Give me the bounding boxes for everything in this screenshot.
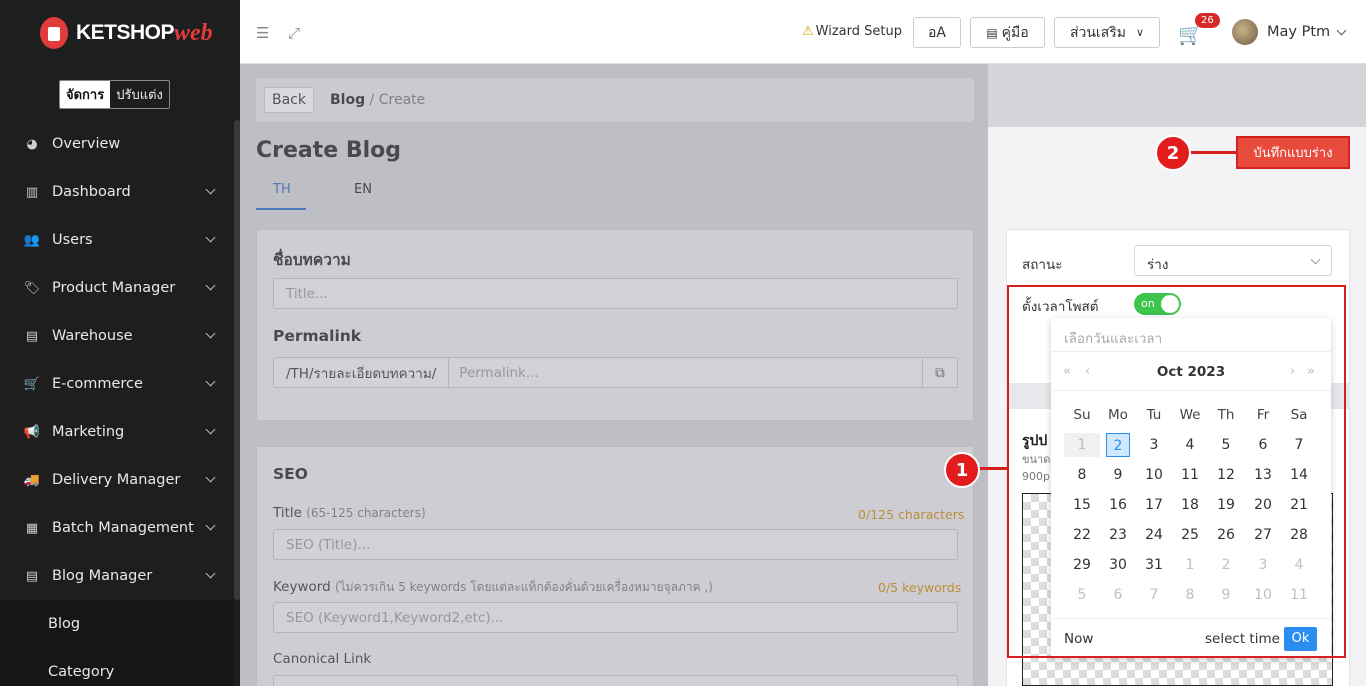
- sidebar-item-label: Marketing: [52, 424, 125, 440]
- language-button[interactable]: อA: [913, 17, 961, 48]
- sidebar-item-e-commerce[interactable]: 🛒 E-commerce: [0, 360, 234, 408]
- dim-overlay: [240, 64, 988, 686]
- addons-label: ส่วนเสริม: [1069, 24, 1126, 41]
- sidebar-submenu: Blog Category: [0, 600, 234, 686]
- cart-icon: 🛒: [23, 376, 41, 392]
- users-icon: 👥: [23, 232, 41, 248]
- sidebar-item-label: Warehouse: [52, 328, 133, 344]
- sidebar-item-overview[interactable]: ◕ Overview: [0, 120, 234, 168]
- chevron-down-icon: [205, 568, 216, 579]
- annotation-box-schedule: [1007, 285, 1346, 658]
- annotation-line-2: [1190, 151, 1236, 154]
- status-select[interactable]: ร่าง: [1134, 245, 1332, 276]
- sidebar-item-label: Batch Management: [52, 520, 194, 536]
- sidebar-item-marketing[interactable]: 📢 Marketing: [0, 408, 234, 456]
- sidebar-item-label: Blog Manager: [52, 568, 153, 584]
- status-value: ร่าง: [1147, 257, 1169, 273]
- sidebar: KETSHOP web จัดการ ปรับแต่ง ◕ Overview ▥ Da…: [0, 0, 240, 686]
- chevron-down-icon: [205, 472, 216, 483]
- chevron-down-icon: [205, 184, 216, 195]
- mode-manage-button[interactable]: จัดการ: [60, 81, 111, 108]
- newspaper-icon: ▤: [25, 568, 39, 584]
- manual-button[interactable]: ▤ คู่มือ: [970, 17, 1045, 48]
- chevron-down-icon: ∨: [1136, 26, 1145, 39]
- sidebar-menu: ◕ Overview ▥ Dashboard 👥 Users 🏷 Product Manage…: [0, 120, 234, 600]
- sidebar-item-label: Overview: [52, 136, 121, 152]
- annotation-marker-2: 2: [1155, 135, 1191, 171]
- cart-count-badge: 26: [1195, 13, 1220, 28]
- mode-toggle: จัดการ ปรับแต่ง: [59, 80, 170, 109]
- chevron-down-icon: [205, 280, 216, 291]
- sidebar-item-dashboard[interactable]: ▥ Dashboard: [0, 168, 234, 216]
- sidebar-item-warehouse[interactable]: ▤ Warehouse: [0, 312, 234, 360]
- manual-label: คู่มือ: [1001, 24, 1029, 41]
- chevron-down-icon: [205, 424, 216, 435]
- collapse-menu-icon[interactable]: ☰: [256, 24, 269, 42]
- chevron-down-icon: [1310, 254, 1321, 265]
- status-label: สถานะ: [1022, 257, 1063, 273]
- addons-dropdown[interactable]: ส่วนเสริม ∨: [1054, 17, 1160, 48]
- truck-icon: 🚚: [23, 472, 41, 488]
- save-draft-button[interactable]: บันทึกแบบร่าง: [1236, 136, 1350, 169]
- sidebar-item-label: Product Manager: [52, 280, 176, 296]
- mode-customize-button[interactable]: ปรับแต่ง: [110, 81, 169, 108]
- sidebar-item-delivery-manager[interactable]: 🚚 Delivery Manager: [0, 456, 234, 504]
- wizard-label: Wizard Setup: [815, 24, 902, 39]
- bar-chart-icon: ▥: [25, 184, 39, 200]
- logo-web-text: web: [174, 19, 213, 46]
- boxes-icon: ▦: [25, 520, 39, 536]
- logo-text: KETSHOP: [76, 21, 175, 44]
- sidebar-subitem-blog[interactable]: Blog: [0, 600, 234, 648]
- wizard-setup-link[interactable]: ⚠ Wizard Setup: [802, 24, 902, 39]
- book-icon: ▤: [986, 25, 998, 40]
- avatar[interactable]: [1232, 19, 1258, 45]
- tag-icon: 🏷: [23, 280, 41, 296]
- annotation-marker-1: 1: [944, 452, 980, 488]
- megaphone-icon: 📢: [23, 424, 41, 440]
- sidebar-item-label: E-commerce: [52, 376, 143, 392]
- app-logo[interactable]: KETSHOP web: [40, 16, 213, 50]
- pie-chart-icon: ◕: [26, 136, 38, 152]
- chevron-down-icon: [205, 328, 216, 339]
- user-menu-chevron-icon[interactable]: [1336, 25, 1347, 36]
- sidebar-item-label: Dashboard: [52, 184, 131, 200]
- sidebar-item-batch-management[interactable]: ▦ Batch Management: [0, 504, 234, 552]
- warning-icon: ⚠: [802, 24, 814, 39]
- top-header: ☰ ⤢ ⚠ Wizard Setup อA ▤ คู่มือ ส่วนเสริม ∨ …: [240, 0, 1366, 64]
- fullscreen-icon[interactable]: ⤢: [288, 24, 300, 42]
- sidebar-item-users[interactable]: 👥 Users: [0, 216, 234, 264]
- sidebar-item-blog-manager[interactable]: ▤ Blog Manager: [0, 552, 234, 600]
- warehouse-icon: ▤: [25, 328, 39, 344]
- sidebar-item-label: Users: [52, 232, 93, 248]
- chevron-down-icon: [205, 232, 216, 243]
- sidebar-item-label: Delivery Manager: [52, 472, 181, 488]
- sidebar-subitem-category[interactable]: Category: [0, 648, 234, 686]
- chevron-down-icon: [205, 520, 216, 531]
- user-name[interactable]: May Ptm: [1267, 24, 1330, 40]
- chevron-down-icon: [205, 376, 216, 387]
- annotation-line-1: [978, 467, 1008, 470]
- logo-icon: [40, 17, 68, 49]
- sidebar-item-product-manager[interactable]: 🏷 Product Manager: [0, 264, 234, 312]
